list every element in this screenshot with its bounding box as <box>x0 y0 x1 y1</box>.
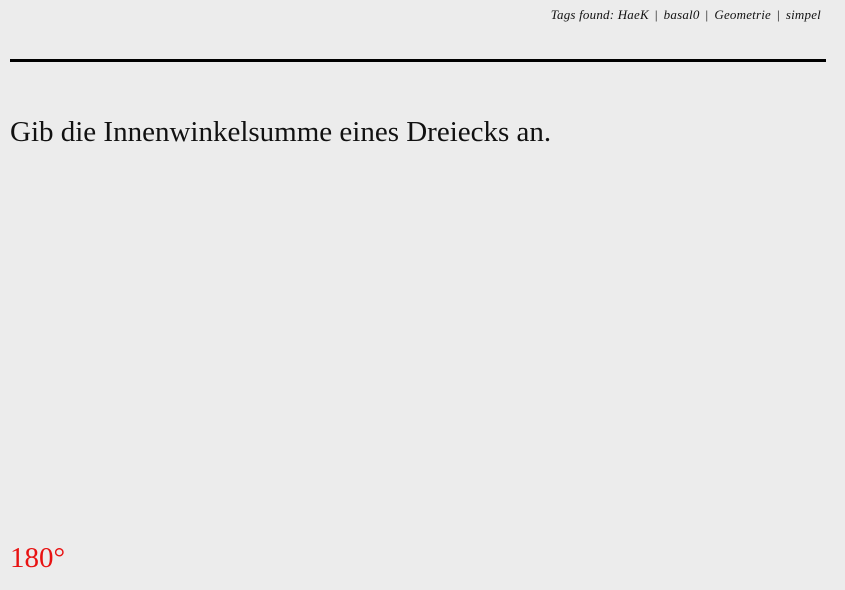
question-text: Gib die Innenwinkelsumme eines Dreiecks … <box>10 116 552 148</box>
header-divider <box>10 59 826 62</box>
tag-item: simpel <box>785 7 821 22</box>
tag-separator: | <box>654 7 658 22</box>
tags-line: Tags found: HaeK | basal0 | Geometrie | simpel <box>551 7 821 23</box>
tag-item: HaeK <box>617 7 649 22</box>
answer-text: 180° <box>10 542 66 574</box>
tag-item: basal0 <box>663 7 700 22</box>
tag-separator: | <box>705 7 709 22</box>
tag-item: Geometrie <box>714 7 772 22</box>
tags-label: Tags found: <box>550 7 615 22</box>
tag-separator: | <box>777 7 780 22</box>
